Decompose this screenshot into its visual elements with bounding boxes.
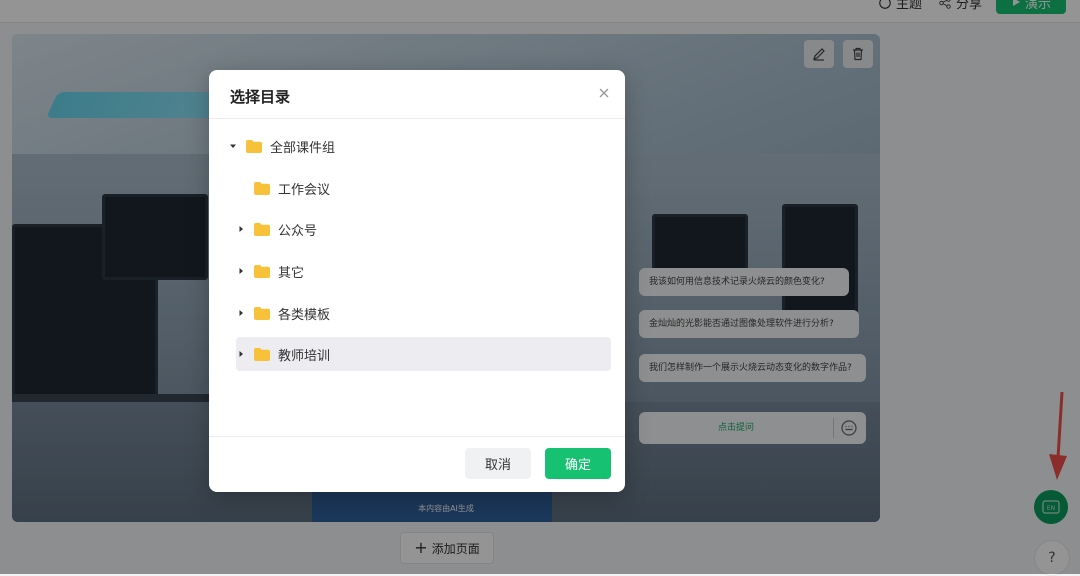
caret-right-icon[interactable]	[236, 224, 246, 234]
tree-node-label: 公众号	[278, 223, 318, 239]
tree-node-root[interactable]: 全部课件组	[228, 129, 603, 163]
folder-icon	[254, 306, 270, 320]
folder-icon	[246, 139, 262, 153]
caret-right-icon[interactable]	[236, 349, 246, 359]
folder-icon	[254, 181, 270, 195]
tree-node-label: 教师培训	[278, 348, 331, 364]
folder-icon	[254, 347, 270, 361]
divider	[209, 118, 625, 119]
tree-node-label: 其它	[278, 265, 305, 281]
cancel-button[interactable]: 取消	[465, 448, 531, 479]
folder-icon	[254, 222, 270, 236]
tree-node[interactable]: 工作会议	[236, 171, 611, 205]
tree-node-label: 各类模板	[278, 307, 331, 323]
tree-node-selected[interactable]: 教师培训	[236, 337, 611, 371]
select-directory-dialog: 选择目录 全部课件组 工作会议 公众号 其它 各类模板 教师培训 取消 确定	[209, 70, 625, 492]
caret-right-icon[interactable]	[236, 308, 246, 318]
divider	[209, 436, 625, 437]
caret-down-icon[interactable]	[228, 141, 238, 151]
caret-placeholder	[236, 183, 246, 193]
confirm-button[interactable]: 确定	[545, 448, 611, 479]
tree-node-label: 全部课件组	[270, 140, 336, 156]
dialog-title: 选择目录	[230, 88, 291, 106]
close-icon[interactable]	[597, 86, 611, 100]
tree-node[interactable]: 公众号	[236, 212, 611, 246]
tree-node-label: 工作会议	[278, 182, 331, 198]
folder-icon	[254, 264, 270, 278]
tree-node[interactable]: 各类模板	[236, 296, 611, 330]
tree-node[interactable]: 其它	[236, 254, 611, 288]
caret-right-icon[interactable]	[236, 266, 246, 276]
